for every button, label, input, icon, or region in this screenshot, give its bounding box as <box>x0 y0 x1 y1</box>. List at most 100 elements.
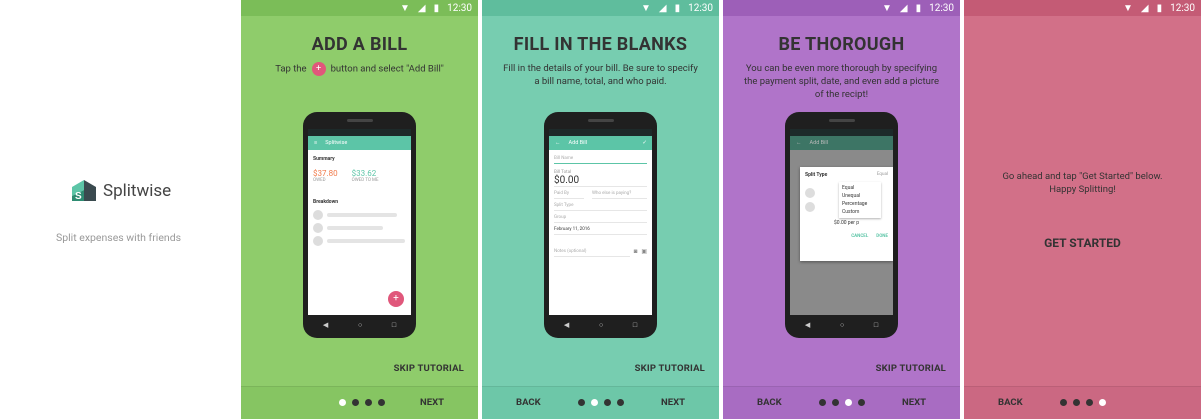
wifi-icon: ▼ <box>1122 2 1133 14</box>
per-person-text: $0.00 per p <box>834 220 859 226</box>
phone-screen: ← Add Bill ✓ Bill Name Bill Total $0.00 … <box>549 129 652 315</box>
page-dot <box>577 399 585 406</box>
phone-appbar-title: Splitwise <box>325 140 348 146</box>
skip-tutorial-button[interactable]: SKIP TUTORIAL <box>635 363 705 374</box>
owed-label: OWED <box>313 178 326 183</box>
wifi-icon: ▼ <box>640 2 651 14</box>
battery-icon: ▮ <box>433 2 440 14</box>
add-button-icon: + <box>311 62 326 76</box>
split-type-field: Split Type <box>554 199 647 211</box>
owed-amount: $37.80 <box>313 169 338 178</box>
status-bar: ▼ ◢ ▮ 12:30 <box>964 0 1201 16</box>
next-button[interactable]: NEXT <box>420 397 444 408</box>
page-dot <box>590 399 598 406</box>
page-dot <box>1085 399 1093 406</box>
page-dot <box>844 399 852 406</box>
bill-total-field: $0.00 <box>554 175 647 187</box>
status-time: 12:30 <box>1170 2 1195 14</box>
slide-description: Tap the + button and select "Add Bill" <box>259 62 460 76</box>
bottom-nav: BACK <box>964 386 1201 419</box>
split-option[interactable]: Equal <box>842 184 878 192</box>
phone-mockup: ← Add Bill Split Type Equal Equal Unequa… <box>785 112 898 338</box>
signal-icon: ◢ <box>1140 2 1149 14</box>
bill-name-field: Bill Name <box>554 152 647 164</box>
phone-appbar-title: Add Bill <box>809 140 829 146</box>
page-indicator <box>964 399 1201 406</box>
phone-mockup: ≡ Splitwise Summary $37.80 OWED $33.62 O… <box>303 112 416 338</box>
battery-icon: ▮ <box>915 2 922 14</box>
desc-text-before: Tap the <box>275 63 307 75</box>
split-option[interactable]: Unequal <box>842 192 878 200</box>
summary-heading: Summary <box>313 156 335 162</box>
status-bar: ▼ ◢ ▮ 12:30 <box>241 0 478 16</box>
next-button[interactable]: NEXT <box>661 397 685 408</box>
nav-recents-icon: □ <box>391 321 397 329</box>
slide-title: BE THOROUGH <box>778 34 905 55</box>
slide-title: ADD A BILL <box>311 34 408 55</box>
splitwise-logo: S Splitwise <box>71 178 171 204</box>
page-dot <box>378 399 385 406</box>
nav-back-icon: ◀ <box>563 321 570 329</box>
camera-icon: ◙ <box>633 247 638 255</box>
next-button[interactable]: NEXT <box>902 397 926 408</box>
page-dot <box>857 399 865 406</box>
get-started-line2: Happy Splitting! <box>1049 184 1116 195</box>
skip-tutorial-button[interactable]: SKIP TUTORIAL <box>394 363 464 374</box>
dialog-cancel-button[interactable]: CANCEL <box>851 234 868 239</box>
signal-icon: ◢ <box>417 2 426 14</box>
owed-to-me-label: OWED TO ME <box>351 178 379 183</box>
page-dot <box>1059 399 1067 406</box>
split-option[interactable]: Custom <box>842 208 878 216</box>
page-dot <box>1098 399 1106 406</box>
slide-description: You can be even more thorough by specify… <box>743 63 939 100</box>
bottom-nav: BACK NEXT <box>482 386 719 419</box>
phone-mockup: ← Add Bill ✓ Bill Name Bill Total $0.00 … <box>544 112 657 338</box>
status-time: 12:30 <box>929 2 954 14</box>
page-dot <box>365 399 372 406</box>
phone-appbar-title: Add Bill <box>568 140 588 146</box>
splitwise-logo-icon: S <box>71 178 97 204</box>
wifi-icon: ▼ <box>881 2 892 14</box>
logo-text: Splitwise <box>103 181 172 201</box>
nav-recents-icon: □ <box>873 321 879 329</box>
image-icon: ▣ <box>641 247 647 255</box>
tutorial-slide-fill-blanks: ▼ ◢ ▮ 12:30 FILL IN THE BLANKS Fill in t… <box>482 0 719 419</box>
menu-icon: ≡ <box>314 140 318 146</box>
phone-appbar: ← Add Bill ✓ <box>549 136 652 150</box>
paid-by-field: Paid By <box>554 187 584 199</box>
phone-screen: ≡ Splitwise Summary $37.80 OWED $33.62 O… <box>308 129 411 315</box>
nav-recents-icon: □ <box>632 321 638 329</box>
arrow-back-icon: ← <box>555 140 561 146</box>
signal-icon: ◢ <box>899 2 908 14</box>
skip-tutorial-button[interactable]: SKIP TUTORIAL <box>876 363 946 374</box>
split-option[interactable]: Percentage <box>842 200 878 208</box>
page-dot <box>616 399 624 406</box>
nav-home-icon: ○ <box>839 321 845 329</box>
phone-screen: ← Add Bill Split Type Equal Equal Unequa… <box>790 129 893 315</box>
tagline: Split expenses with friends <box>55 231 182 244</box>
date-field: February 11, 2016 <box>554 223 647 235</box>
bottom-nav: BACK NEXT <box>723 386 960 419</box>
get-started-description: Go ahead and tap "Get Started" below. Ha… <box>964 170 1201 196</box>
tutorial-slide-get-started: ▼ ◢ ▮ 12:30 Go ahead and tap "Get Starte… <box>964 0 1201 419</box>
desc-text-after: button and select "Add Bill" <box>330 63 444 75</box>
dialog-done-button[interactable]: DONE <box>876 234 888 239</box>
nav-back-icon: ◀ <box>322 321 329 329</box>
page-dot <box>352 399 359 406</box>
battery-icon: ▮ <box>674 2 681 14</box>
nav-home-icon: ○ <box>357 321 363 329</box>
page-dot <box>603 399 611 406</box>
owed-to-me-amount: $33.62 <box>351 169 377 178</box>
slide-description: Fill in the details of your bill. Be sur… <box>503 63 698 87</box>
svg-text:S: S <box>75 191 82 202</box>
page-dot <box>818 399 826 406</box>
split-options-menu: Equal Unequal Percentage Custom <box>839 182 881 218</box>
who-paying-field: Who else is paying? <box>592 187 647 199</box>
status-time: 12:30 <box>688 2 713 14</box>
status-bar: ▼ ◢ ▮ 12:30 <box>482 0 719 16</box>
get-started-button[interactable]: GET STARTED <box>964 236 1201 250</box>
tutorial-slide-add-bill: ▼ ◢ ▮ 12:30 ADD A BILL Tap the + button an… <box>241 0 478 419</box>
slide-title: FILL IN THE BLANKS <box>513 34 688 55</box>
notes-field: Notes (optional) <box>554 245 630 257</box>
signal-icon: ◢ <box>658 2 667 14</box>
